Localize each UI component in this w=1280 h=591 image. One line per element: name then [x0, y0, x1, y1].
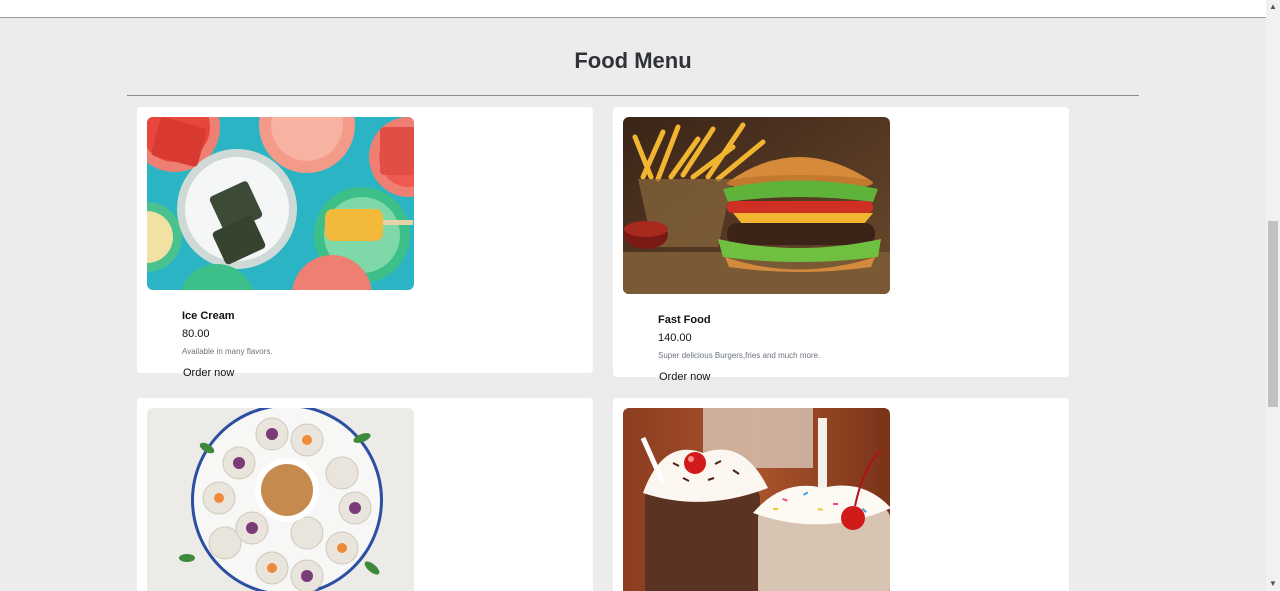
- milkshake-photo: [623, 408, 890, 591]
- menu-item-price: 80.00: [182, 328, 210, 340]
- top-bar: [0, 0, 1266, 18]
- menu-item-name: Fast Food: [658, 314, 711, 326]
- scroll-down-arrow-icon[interactable]: ▼: [1266, 577, 1280, 591]
- ice-cream-photo: [147, 117, 414, 290]
- menu-card-spring-rolls: [137, 398, 593, 591]
- menu-item-description: Super delicious Burgers,fries and much m…: [658, 351, 821, 360]
- title-divider: [127, 95, 1139, 96]
- burger-fries-photo: [623, 117, 890, 294]
- menu-card-fast-food: Fast Food 140.00 Super delicious Burgers…: [613, 107, 1069, 383]
- menu-item-name: Ice Cream: [182, 310, 235, 322]
- page-title: Food Menu: [574, 48, 692, 73]
- scroll-up-arrow-icon[interactable]: ▲: [1266, 0, 1280, 14]
- order-now-button[interactable]: Order now: [657, 371, 712, 383]
- menu-item-description: Available in many flavors.: [182, 347, 273, 356]
- menu-card-ice-cream: Ice Cream 80.00 Available in many flavor…: [137, 107, 593, 379]
- scrollbar-thumb[interactable]: [1268, 221, 1278, 407]
- vertical-scrollbar[interactable]: ▲ ▼: [1266, 0, 1280, 591]
- menu-item-price: 140.00: [658, 332, 692, 344]
- menu-card-milkshake: [613, 398, 1069, 591]
- order-now-button[interactable]: Order now: [181, 367, 236, 379]
- food-menu-section: Food Menu Ice Cream 80.00 Available in m…: [0, 18, 1266, 591]
- spring-rolls-photo: [147, 408, 414, 591]
